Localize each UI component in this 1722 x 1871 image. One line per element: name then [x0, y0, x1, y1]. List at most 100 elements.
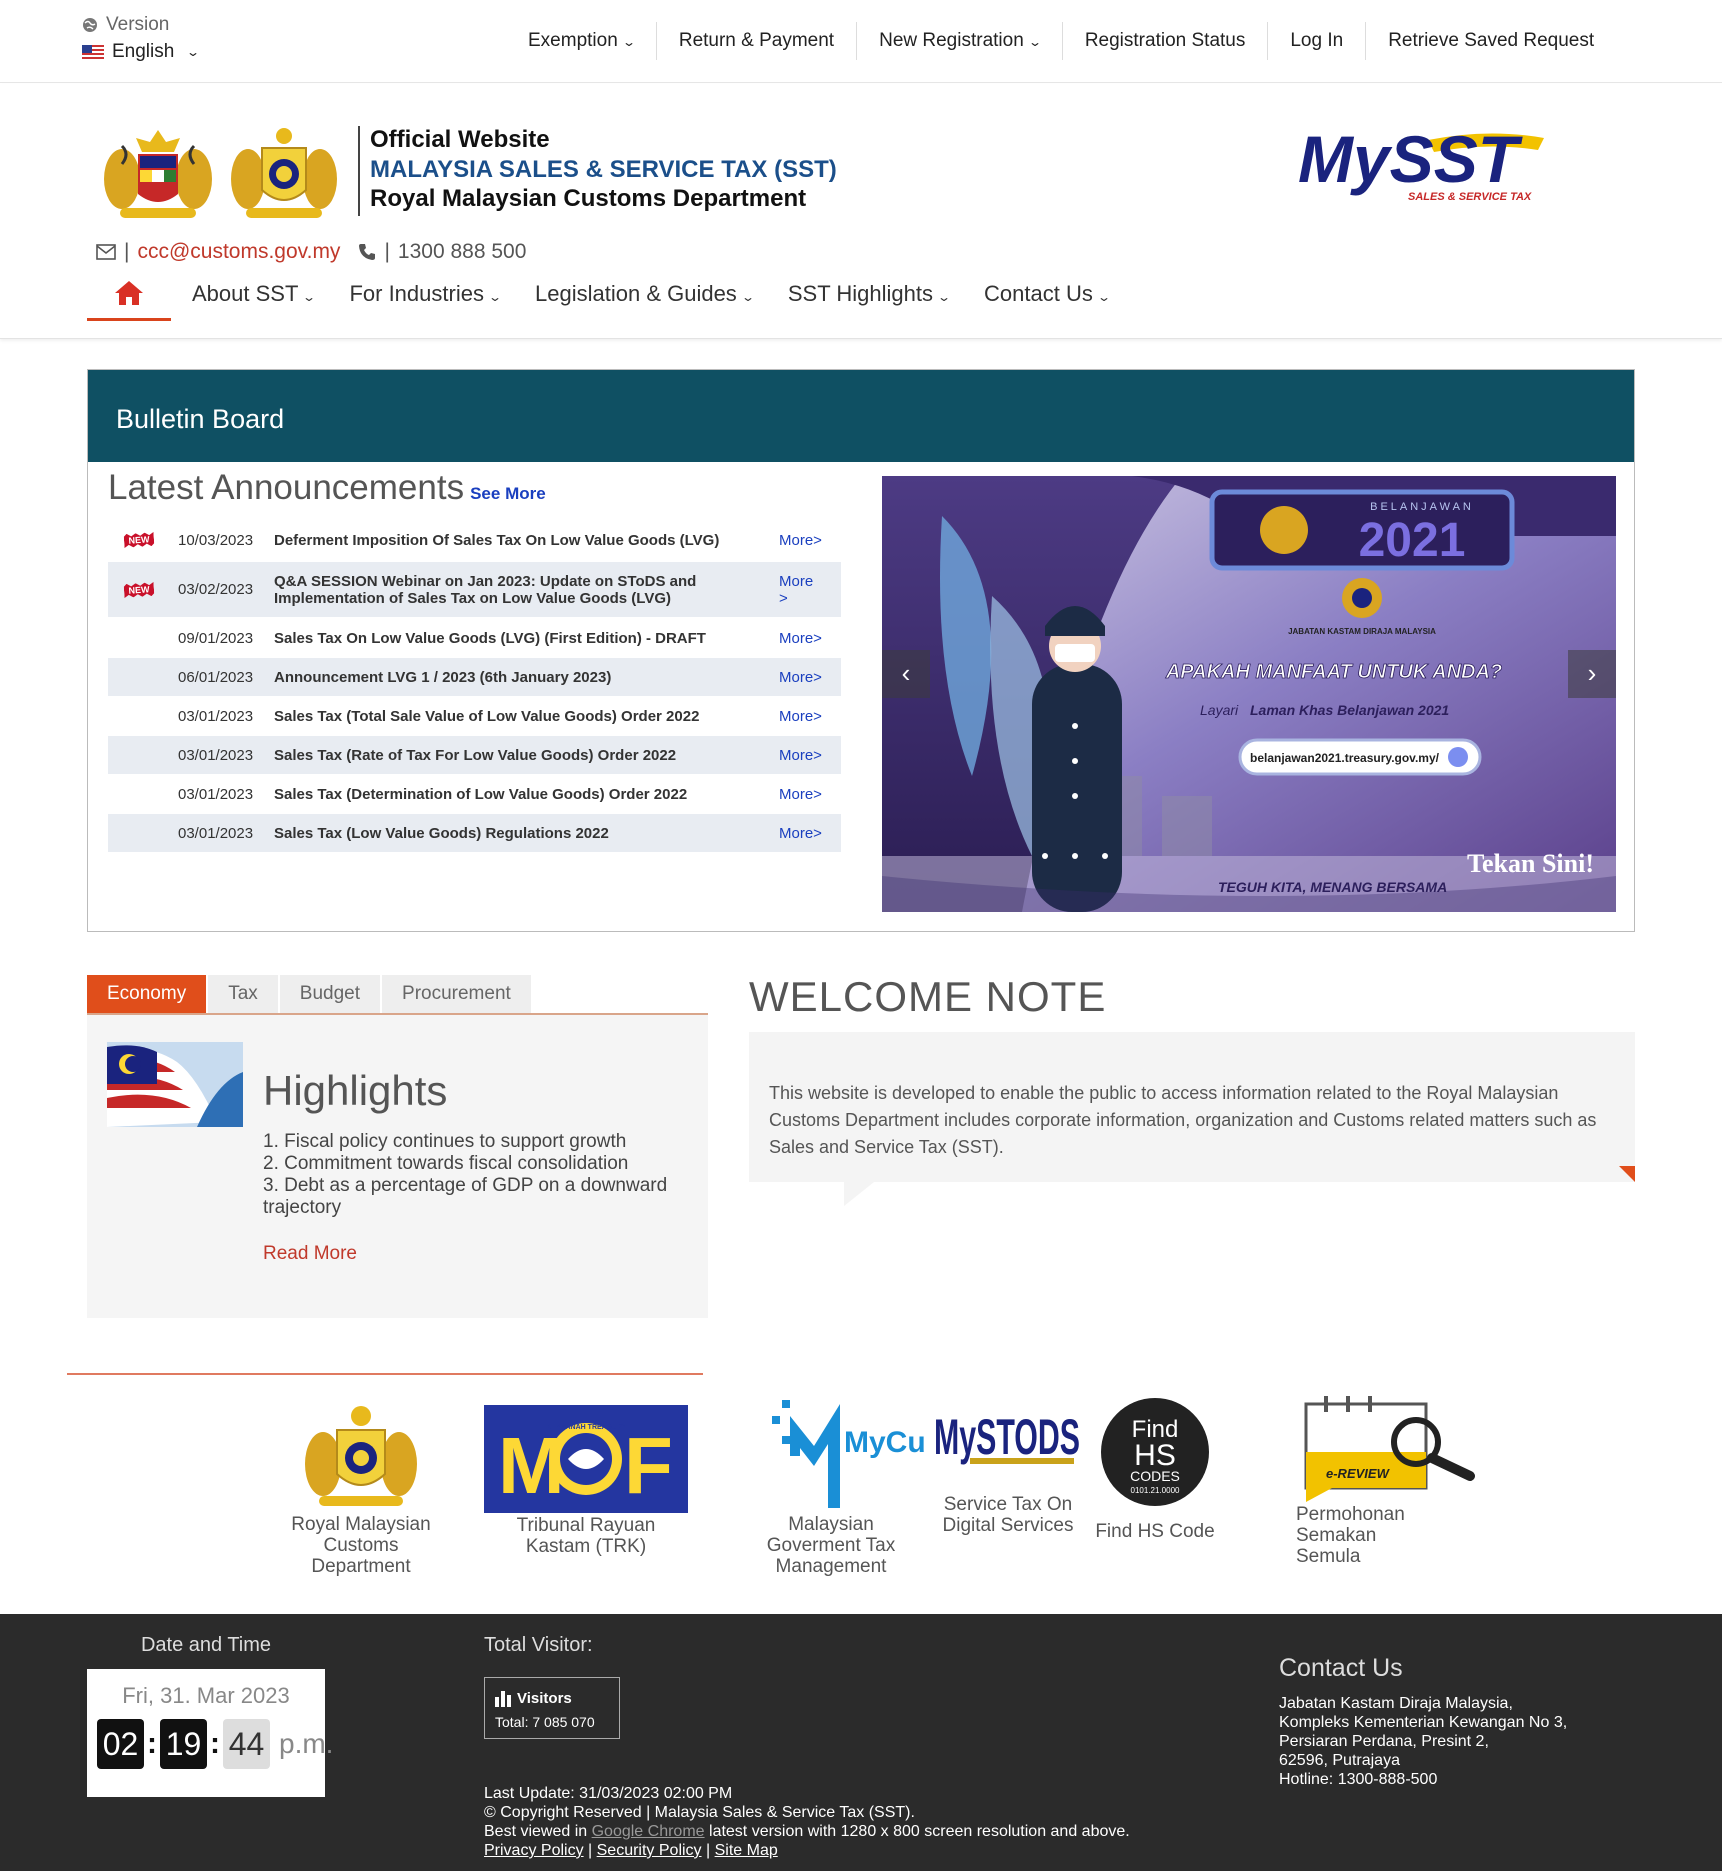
- topnav-label: Registration Status: [1084, 30, 1246, 51]
- home-button[interactable]: [87, 267, 171, 321]
- date-time-title: Date and Time: [140, 1634, 272, 1656]
- find-hs-code-icon: Find HS CODES 0101.21.0000: [1101, 1398, 1209, 1506]
- contact-hotline: Hotline: 1300-888-500: [1279, 1771, 1438, 1788]
- jkdm-crest-icon: [305, 1406, 417, 1506]
- announcement-more-link[interactable]: More>: [779, 747, 829, 764]
- link-find-hs-code[interactable]: Find HS CODES 0101.21.0000 Find HS Code: [1090, 1397, 1220, 1542]
- mycukai-logo-text: MyCukai: [844, 1426, 924, 1459]
- nav-sst-highlights[interactable]: SST Highlights ⌄: [788, 281, 951, 307]
- announcement-title[interactable]: Sales Tax (Low Value Goods) Regulations …: [274, 825, 779, 842]
- announcement-more-link[interactable]: More>: [779, 532, 829, 549]
- new-badge-icon: NEW: [124, 581, 155, 597]
- carousel-prev-button[interactable]: ‹: [882, 650, 930, 698]
- banner-cta[interactable]: Tekan Sini!: [1467, 849, 1594, 878]
- announcement-row: 03/01/2023 Sales Tax (Rate of Tax For Lo…: [108, 736, 841, 774]
- announcement-title[interactable]: Sales Tax On Low Value Goods (LVG) (Firs…: [274, 630, 779, 647]
- banner-url[interactable]: belanjawan2021.treasury.gov.my/: [1250, 751, 1440, 765]
- read-more-link[interactable]: Read More: [263, 1243, 357, 1265]
- privacy-policy-label: Privacy Policy: [484, 1842, 584, 1859]
- announcement-more-link[interactable]: More>: [779, 669, 829, 686]
- welcome-note-text: This website is developed to enable the …: [769, 1083, 1597, 1157]
- mysst-logo-text: MySST: [1298, 124, 1523, 196]
- header-divider: [358, 126, 360, 216]
- topnav-retrieve-saved-request[interactable]: Retrieve Saved Request: [1365, 22, 1616, 60]
- policy-links: Privacy Policy | Security Policy | Site …: [484, 1841, 778, 1860]
- tab-tax[interactable]: Tax: [208, 975, 278, 1013]
- google-chrome-link[interactable]: Google Chrome: [592, 1823, 705, 1840]
- latest-announcements-title: Latest Announcements: [108, 468, 465, 507]
- topnav-registration-status[interactable]: Registration Status: [1061, 22, 1268, 60]
- banner-kicker: BELANJAWAN: [1370, 501, 1474, 513]
- nav-label: For Industries: [349, 281, 484, 306]
- highlights-list: 1. Fiscal policy continues to support gr…: [263, 1131, 683, 1219]
- bulletin-board-title: Bulletin Board: [88, 370, 1634, 462]
- chevron-down-icon: ⌄: [1027, 35, 1042, 49]
- announcement-title[interactable]: Sales Tax (Determination of Low Value Go…: [274, 786, 779, 803]
- tab-procurement[interactable]: Procurement: [382, 975, 531, 1013]
- contact-email-link[interactable]: ccc@customs.gov.my: [137, 240, 340, 264]
- privacy-policy-link[interactable]: Privacy Policy: [484, 1842, 584, 1859]
- security-policy-link[interactable]: Security Policy: [597, 1842, 702, 1859]
- chevron-down-icon: ⌄: [186, 45, 201, 59]
- tab-economy[interactable]: Economy: [87, 975, 207, 1013]
- announcement-title[interactable]: Announcement LVG 1 / 2023 (6th January 2…: [274, 669, 779, 686]
- link-label: Tribunal Rayuan Kastam (TRK): [516, 1515, 656, 1557]
- carousel-next-button[interactable]: ›: [1568, 650, 1616, 698]
- banner-sub-prefix: Layari: [1200, 702, 1239, 718]
- nav-legislation-guides[interactable]: Legislation & Guides ⌄: [535, 281, 755, 307]
- link-royal-malaysian-customs[interactable]: Royal Malaysian Customs Department: [286, 1402, 436, 1577]
- language-select[interactable]: English ⌄: [82, 41, 201, 63]
- announcement-row: NEW 03/02/2023 Q&A SESSION Webinar on Ja…: [108, 562, 841, 617]
- announcement-date: 06/01/2023: [178, 668, 254, 686]
- version-switcher[interactable]: Version: [82, 14, 169, 36]
- belanjawan-banner[interactable]: BELANJAWAN 2021 JABATAN KASTAM DIRAJA MA…: [882, 476, 1616, 912]
- home-icon: [115, 280, 143, 305]
- topnav-return-payment[interactable]: Return & Payment: [655, 22, 856, 60]
- link-mycukai[interactable]: MyCukai Malaysian Goverment Tax Manageme…: [760, 1396, 924, 1577]
- highlight-item: 2. Commitment towards fiscal consolidati…: [263, 1153, 629, 1174]
- nav-about-sst[interactable]: About SST ⌄: [192, 281, 317, 307]
- announcement-more-link[interactable]: More>: [779, 786, 829, 803]
- bar-chart-icon: [495, 1691, 511, 1707]
- banner-carousel[interactable]: BELANJAWAN 2021 JABATAN KASTAM DIRAJA MA…: [882, 476, 1616, 912]
- mystods-logo-icon: MySTODS: [934, 1409, 1080, 1465]
- mof-logo-letter-f: F: [624, 1421, 673, 1510]
- see-more-link[interactable]: See More: [470, 484, 546, 503]
- announcement-more-link[interactable]: More >: [779, 573, 819, 607]
- separator: |: [124, 240, 130, 263]
- customs-crest-icon: [231, 128, 337, 218]
- announcement-title[interactable]: Q&A SESSION Webinar on Jan 2023: Update …: [274, 573, 779, 607]
- mysst-logo[interactable]: MySST SALES & SERVICE TAX: [1298, 124, 1544, 204]
- announcement-title[interactable]: Deferment Imposition Of Sales Tax On Low…: [274, 532, 779, 549]
- current-date: Fri, 31. Mar 2023: [122, 1683, 290, 1708]
- section-divider: [67, 1373, 703, 1375]
- topnav-log-in[interactable]: Log In: [1267, 22, 1365, 60]
- topnav-new-registration[interactable]: New Registration ⌄: [856, 22, 1062, 60]
- link-mystods[interactable]: MySTODS Service Tax On Digital Services: [930, 1402, 1086, 1536]
- topnav-exemption[interactable]: Exemption ⌄: [506, 22, 656, 60]
- link-tribunal-rayuan-kastam[interactable]: M F KHAZANAH TREASURY Tribunal Rayuan Ka…: [484, 1405, 688, 1557]
- envelope-icon: [96, 244, 116, 260]
- topnav-label: Exemption: [528, 30, 618, 51]
- announcement-date: 03/01/2023: [178, 824, 254, 842]
- announcement-more-link[interactable]: More>: [779, 630, 829, 647]
- chevron-down-icon: ⌄: [740, 290, 755, 304]
- chevron-down-icon: ⌄: [302, 290, 317, 304]
- announcement-more-link[interactable]: More>: [779, 708, 829, 725]
- site-map-link[interactable]: Site Map: [715, 1842, 778, 1859]
- separator: |: [701, 1842, 715, 1859]
- announcement-more-link[interactable]: More>: [779, 825, 829, 842]
- announcement-title[interactable]: Sales Tax (Rate of Tax For Low Value Goo…: [274, 747, 779, 764]
- link-permohonan-semakan-semula[interactable]: e-REVIEW Permohonan Semakan Semula: [1296, 1396, 1476, 1567]
- site-title-line3: Royal Malaysian Customs Department: [370, 185, 807, 212]
- announcement-title[interactable]: Sales Tax (Total Sale Value of Low Value…: [274, 708, 779, 725]
- corner-triangle-icon: [1619, 1166, 1635, 1182]
- tab-budget[interactable]: Budget: [279, 975, 381, 1013]
- nav-contact-us[interactable]: Contact Us ⌄: [984, 281, 1111, 307]
- separator: |: [384, 240, 390, 263]
- nav-for-industries[interactable]: For Industries ⌄: [349, 281, 502, 307]
- mof-logo-icon: M F KHAZANAH TREASURY: [484, 1405, 688, 1513]
- highlight-item: 1. Fiscal policy continues to support gr…: [263, 1131, 627, 1152]
- chevron-down-icon: ⌄: [1096, 290, 1111, 304]
- contact-address-line: Persiaran Perdana, Presint 2,: [1279, 1733, 1489, 1750]
